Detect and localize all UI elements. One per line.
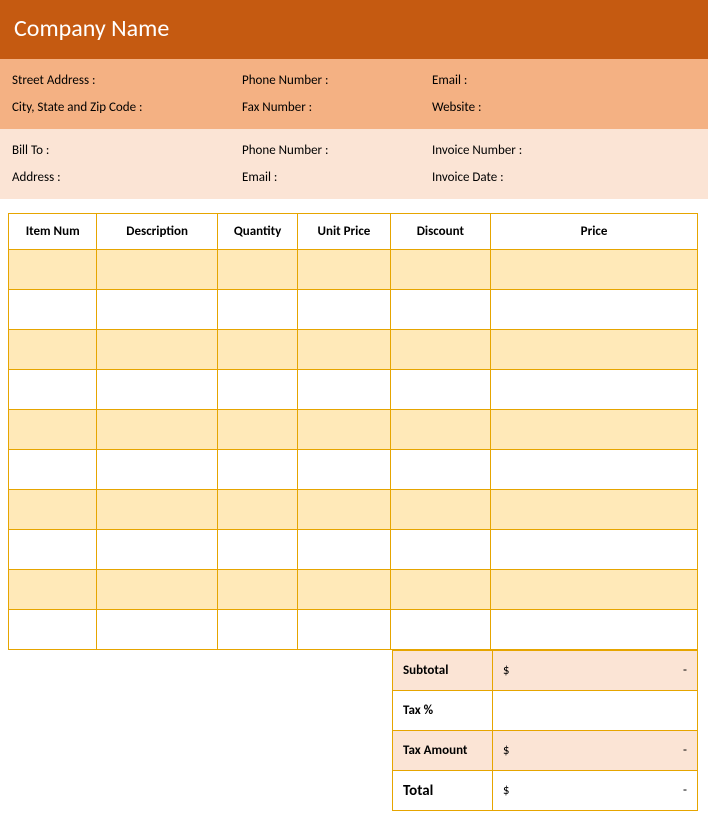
col-unit-price: Unit Price [298,214,390,250]
tax-amt-value: $ - [492,731,697,771]
item-row[interactable] [9,570,698,610]
label-website: Website : [430,94,698,121]
total-value: $ - [492,771,697,811]
subtotal-row: Subtotal $ - [393,651,698,691]
total-label: Total [393,771,493,811]
label-invoice-date: Invoice Date : [430,164,698,191]
subtotal-value: $ - [492,651,697,691]
label-bill-address: Address : [10,164,240,191]
subtotal-currency: $ [503,663,510,678]
item-row[interactable] [9,250,698,290]
label-fax: Fax Number : [240,94,430,121]
label-email: Email : [430,67,698,94]
label-bill-to: Bill To : [10,137,240,164]
col-quantity: Quantity [217,214,297,250]
items-table: Item Num Description Quantity Unit Price… [8,213,698,650]
label-invoice-no: Invoice Number : [430,137,698,164]
item-row[interactable] [9,610,698,650]
item-row[interactable] [9,290,698,330]
item-row[interactable] [9,450,698,490]
col-discount: Discount [390,214,490,250]
tax-amt-label: Tax Amount [393,731,493,771]
company-name-header: Company Name [0,0,708,59]
item-row[interactable] [9,330,698,370]
total-amount: - [683,783,687,798]
subtotal-label: Subtotal [393,651,493,691]
item-row[interactable] [9,530,698,570]
item-row[interactable] [9,490,698,530]
label-bill-phone: Phone Number : [240,137,430,164]
subtotal-amount: - [683,663,687,678]
item-row[interactable] [9,410,698,450]
item-row[interactable] [9,370,698,410]
label-bill-email: Email : [240,164,430,191]
label-phone: Phone Number : [240,67,430,94]
total-row: Total $ - [393,771,698,811]
company-info-block: Street Address : Phone Number : Email : … [0,59,708,129]
label-street: Street Address : [10,67,240,94]
tax-pct-label: Tax % [393,691,493,731]
bill-to-block: Bill To : Phone Number : Invoice Number … [0,129,708,199]
col-description: Description [97,214,218,250]
totals-table: Subtotal $ - Tax % Tax Amount $ - Total … [392,650,698,811]
tax-pct-row: Tax % [393,691,698,731]
items-header-row: Item Num Description Quantity Unit Price… [9,214,698,250]
total-currency: $ [503,783,510,798]
tax-amt-amount: - [683,743,687,758]
label-city: City, State and Zip Code : [10,94,240,121]
col-price: Price [491,214,698,250]
company-name-text: Company Name [14,14,169,43]
tax-amt-row: Tax Amount $ - [393,731,698,771]
col-item-num: Item Num [9,214,97,250]
tax-pct-value[interactable] [492,691,697,731]
tax-amt-currency: $ [503,743,510,758]
